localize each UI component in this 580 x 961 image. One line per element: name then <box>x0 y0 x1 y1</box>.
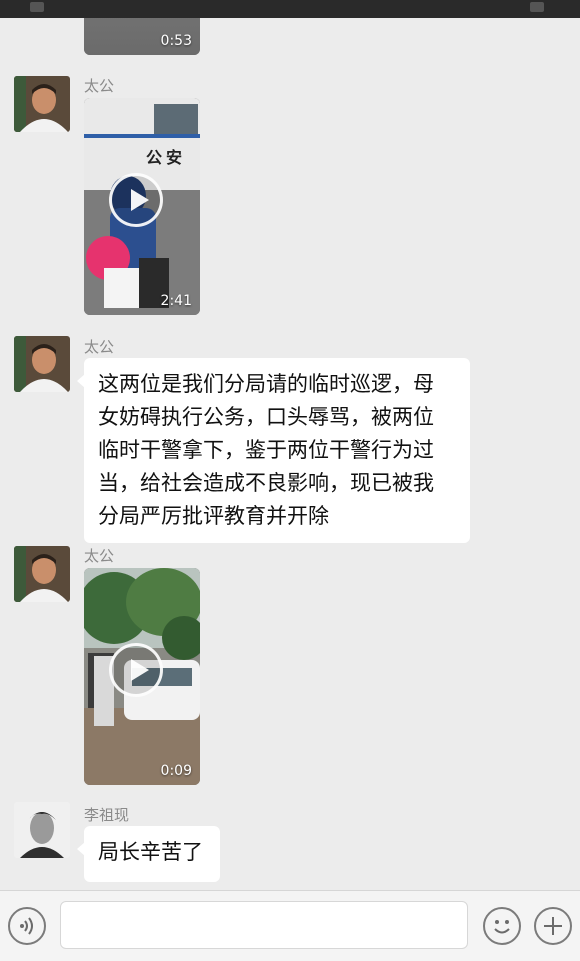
input-bar <box>0 890 580 961</box>
emoji-icon <box>494 920 510 934</box>
message-input[interactable] <box>60 901 468 949</box>
text-message[interactable]: 这两位是我们分局请的临时巡逻，母 女妨碍执行公务，口头辱骂，被两位 临时干警拿下… <box>77 358 470 543</box>
more-button[interactable] <box>534 907 572 945</box>
chat-area[interactable]: 0:53 太公 公安 2:41 太公 这两位是我们分局请的临时巡逻，母 女妨碍执… <box>0 18 580 890</box>
message-line: 这两位是我们分局请的临时巡逻，母 <box>98 372 434 396</box>
play-icon[interactable] <box>109 173 163 227</box>
video-duration: 0:53 <box>160 33 192 49</box>
avatar[interactable] <box>14 76 70 132</box>
text-message[interactable]: 局长辛苦了 <box>77 826 220 882</box>
voice-button[interactable] <box>8 907 46 945</box>
message-line: 局长辛苦了 <box>98 840 203 864</box>
video-message[interactable]: 0:53 <box>84 18 200 55</box>
vehicle-marking: 公安 <box>146 148 187 167</box>
emoji-button[interactable] <box>483 907 521 945</box>
message-line: 当，给社会造成不良影响，现已被我 <box>98 471 434 495</box>
message-line: 临时干警拿下，鉴于两位干警行为过 <box>98 438 434 462</box>
video-duration: 0:09 <box>160 763 192 779</box>
video-duration: 2:41 <box>160 293 192 309</box>
voice-icon <box>20 917 33 935</box>
avatar[interactable] <box>14 336 70 392</box>
menu-icon <box>530 2 544 12</box>
avatar[interactable] <box>14 546 70 602</box>
sender-name: 太公 <box>84 338 115 356</box>
play-icon[interactable] <box>109 643 163 697</box>
sender-name: 李祖现 <box>84 806 130 824</box>
sender-name: 太公 <box>84 77 115 95</box>
message-line: 分局严厉批评教育并开除 <box>98 504 329 528</box>
plus-icon <box>544 917 562 935</box>
sender-name: 太公 <box>84 547 115 565</box>
status-bar <box>0 0 580 18</box>
video-message[interactable]: 公安 2:41 <box>84 98 200 315</box>
message-line: 女妨碍执行公务，口头辱骂，被两位 <box>98 405 434 429</box>
back-icon <box>30 2 44 12</box>
avatar[interactable] <box>14 802 70 858</box>
video-message[interactable]: 0:09 <box>84 568 200 785</box>
